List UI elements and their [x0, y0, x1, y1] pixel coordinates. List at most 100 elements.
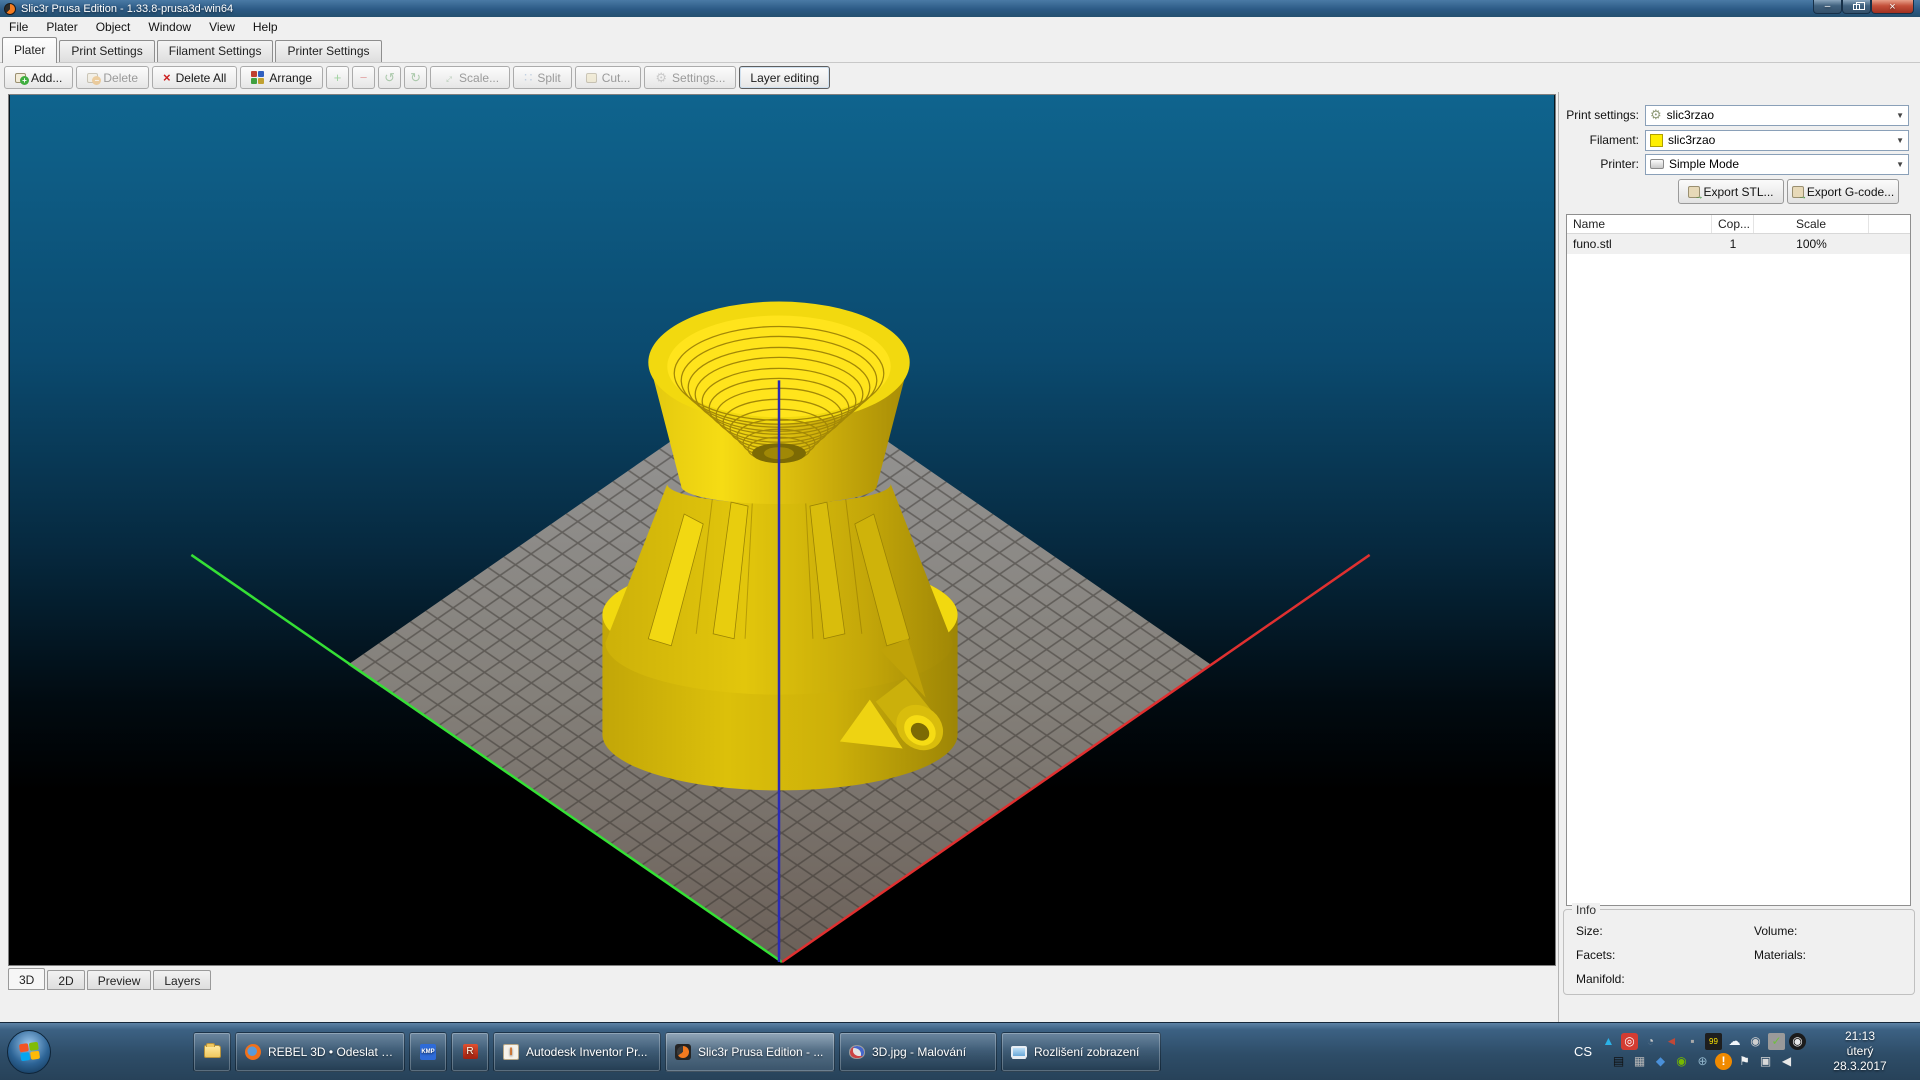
- info-facets-label: Facets:: [1576, 948, 1615, 962]
- tray-icon-volume-mixer[interactable]: ◄: [1663, 1033, 1680, 1050]
- clock-date: 28.3.2017: [1814, 1059, 1906, 1074]
- language-indicator[interactable]: CS: [1574, 1044, 1592, 1059]
- tab-filament-settings[interactable]: Filament Settings: [157, 40, 274, 62]
- minimize-button[interactable]: –: [1813, 0, 1842, 14]
- tab-plater[interactable]: Plater: [2, 37, 57, 63]
- tray-icon-onedrive[interactable]: ☁: [1726, 1033, 1743, 1050]
- scale-button[interactable]: ↔ Scale...: [430, 66, 510, 89]
- menu-view[interactable]: View: [200, 18, 244, 36]
- tray-icon-speaker[interactable]: ◀: [1778, 1053, 1795, 1070]
- tray-icon-action-center-flag[interactable]: ⚑: [1736, 1053, 1753, 1070]
- taskbar-realplayer-button[interactable]: R: [451, 1032, 489, 1072]
- tray-icon-nvidia[interactable]: ◉: [1673, 1053, 1690, 1070]
- taskbar-paint-button[interactable]: 3D.jpg - Malování: [839, 1032, 997, 1072]
- plus-icon: +: [334, 71, 342, 84]
- menu-file[interactable]: File: [0, 18, 37, 36]
- table-row[interactable]: funo.stl 1 100%: [1567, 234, 1910, 254]
- delete-button[interactable]: − Delete: [76, 66, 149, 89]
- add-button[interactable]: + Add...: [4, 66, 73, 89]
- tab-print-settings[interactable]: Print Settings: [59, 40, 154, 62]
- tray-icon-java-update[interactable]: ◆: [1652, 1053, 1669, 1070]
- cut-icon: [586, 73, 597, 83]
- rotate-cw-button[interactable]: ↻: [404, 66, 427, 89]
- tray-icon-steam[interactable]: ◉: [1789, 1033, 1806, 1050]
- taskbar-firefox-button[interactable]: REBEL 3D • Odeslat o...: [235, 1032, 405, 1072]
- menu-help[interactable]: Help: [244, 18, 287, 36]
- paint-icon: [849, 1045, 865, 1059]
- info-legend: Info: [1572, 903, 1600, 917]
- printer-value: Simple Mode: [1669, 157, 1739, 171]
- decrease-copies-button[interactable]: −: [352, 66, 375, 89]
- arrange-icon: [251, 71, 264, 84]
- system-tray: CS ▲ ◎ ◔ ◄ ▪ 99 ☁ ◉ ✓ ◉ ▤ ▦ ◆ ◉ ⊕ ! ⚑: [1574, 1029, 1914, 1074]
- tray-icon-network[interactable]: ▣: [1757, 1053, 1774, 1070]
- close-button[interactable]: ×: [1871, 0, 1914, 14]
- tray-icon-keyboard[interactable]: ▤: [1610, 1053, 1627, 1070]
- filament-value: slic3rzao: [1668, 133, 1715, 147]
- restore-button[interactable]: [1842, 0, 1871, 14]
- chevron-down-icon: ▼: [1896, 136, 1904, 145]
- plater-toolbar: + Add... − Delete × Delete All Arrange +…: [0, 63, 1920, 92]
- tab-printer-settings[interactable]: Printer Settings: [275, 40, 381, 62]
- view-tab-bar: 3D 2D Preview Layers: [8, 968, 213, 990]
- rotate-ccw-button[interactable]: ↺: [378, 66, 401, 89]
- side-panel: Print settings: ⚙ slic3rzao ▼ Filament: …: [1558, 92, 1920, 1022]
- taskbar-explorer-button[interactable]: [193, 1032, 231, 1072]
- info-manifold-label: Manifold:: [1576, 972, 1625, 986]
- menu-window[interactable]: Window: [139, 18, 200, 36]
- inventor-icon: I: [503, 1044, 519, 1060]
- menu-object[interactable]: Object: [87, 18, 140, 36]
- column-header-name[interactable]: Name: [1567, 215, 1712, 233]
- split-icon: ∷: [524, 71, 532, 84]
- print-settings-value: slic3rzao: [1667, 108, 1714, 122]
- taskbar-kmplayer-button[interactable]: KMP: [409, 1032, 447, 1072]
- main-area: 3D 2D Preview Layers Print settings: ⚙ s…: [0, 92, 1920, 1022]
- clock-time: 21:13: [1814, 1029, 1906, 1044]
- tray-icon-alert[interactable]: !: [1715, 1053, 1732, 1070]
- 3d-viewport[interactable]: [8, 94, 1556, 966]
- slic3r-icon: [675, 1044, 691, 1060]
- tray-icon-media-player[interactable]: ◉: [1747, 1033, 1764, 1050]
- taskbar-inventor-button[interactable]: I Autodesk Inventor Pr...: [493, 1032, 661, 1072]
- tray-icon-globe[interactable]: ⊕: [1694, 1053, 1711, 1070]
- layer-editing-button[interactable]: Layer editing: [739, 66, 830, 89]
- arrange-button[interactable]: Arrange: [240, 66, 323, 89]
- taskbar-display-settings-button[interactable]: Rozlišení zobrazení: [1001, 1032, 1161, 1072]
- settings-button[interactable]: ⚙ Settings...: [644, 66, 736, 89]
- tray-icon-cpu-monitor[interactable]: 99: [1705, 1033, 1722, 1050]
- view-tab-3d[interactable]: 3D: [8, 968, 45, 990]
- rotate-cw-icon: ↻: [410, 71, 421, 84]
- printer-select[interactable]: Simple Mode ▼: [1645, 154, 1909, 175]
- delete-object-icon: −: [87, 73, 98, 83]
- tray-icon-app-box[interactable]: ▪: [1684, 1033, 1701, 1050]
- taskbar-slic3r-button[interactable]: Slic3r Prusa Edition - ...: [665, 1032, 835, 1072]
- delete-all-button[interactable]: × Delete All: [152, 66, 237, 89]
- taskbar-clock[interactable]: 21:13 úterý 28.3.2017: [1814, 1029, 1906, 1074]
- rotate-ccw-icon: ↺: [384, 71, 395, 84]
- tray-icon-a360[interactable]: ◔: [1642, 1033, 1659, 1050]
- view-tab-layers[interactable]: Layers: [153, 970, 211, 990]
- cut-button[interactable]: Cut...: [575, 66, 642, 89]
- column-header-scale[interactable]: Scale: [1754, 215, 1869, 233]
- increase-copies-button[interactable]: +: [326, 66, 349, 89]
- split-button[interactable]: ∷ Split: [513, 66, 572, 89]
- tray-icon-usb-eject[interactable]: ✓: [1768, 1033, 1785, 1050]
- 3d-scene[interactable]: [9, 95, 1555, 965]
- column-header-copies[interactable]: Cop...: [1712, 215, 1754, 233]
- print-settings-select[interactable]: ⚙ slic3rzao ▼: [1645, 105, 1909, 126]
- view-tab-2d[interactable]: 2D: [47, 970, 84, 990]
- menu-plater[interactable]: Plater: [37, 18, 86, 36]
- filament-label: Filament:: [1559, 133, 1639, 147]
- display-icon: [1011, 1046, 1027, 1058]
- clock-day: úterý: [1814, 1044, 1906, 1059]
- settings-tab-bar: Plater Print Settings Filament Settings …: [0, 37, 1920, 63]
- view-tab-preview[interactable]: Preview: [87, 970, 152, 990]
- export-gcode-button[interactable]: Export G-code...: [1787, 179, 1899, 204]
- scale-icon: ↔: [438, 68, 456, 86]
- tray-icon-external-drive[interactable]: ▦: [1631, 1053, 1648, 1070]
- start-button[interactable]: [7, 1030, 51, 1074]
- tray-icon-red-app[interactable]: ◎: [1621, 1033, 1638, 1050]
- tray-icon-autodesk[interactable]: ▲: [1600, 1033, 1617, 1050]
- filament-select[interactable]: slic3rzao ▼: [1645, 130, 1909, 151]
- export-stl-button[interactable]: Export STL...: [1678, 179, 1784, 204]
